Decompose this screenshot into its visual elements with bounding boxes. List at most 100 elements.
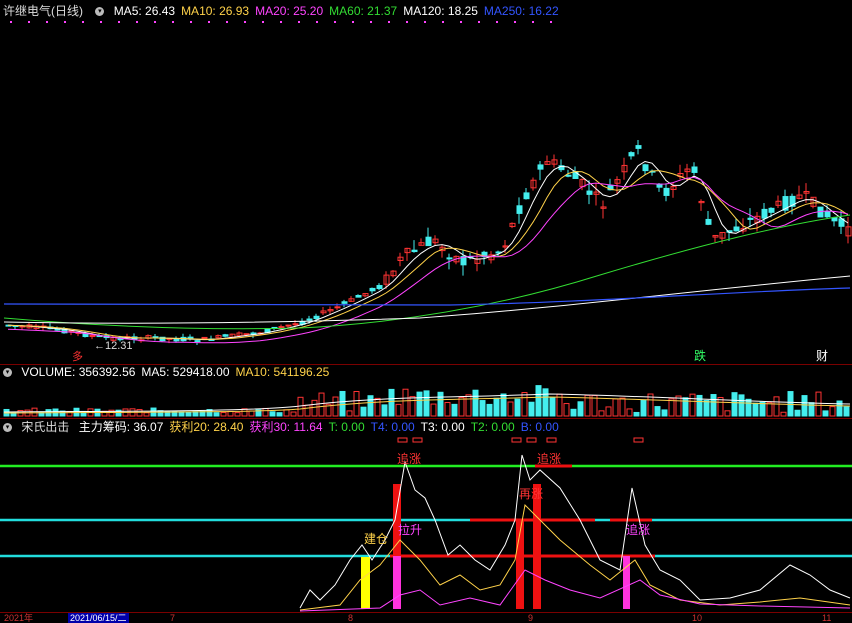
volume-bar [318, 392, 325, 417]
candle-down [523, 192, 530, 200]
volume-bar [752, 402, 759, 417]
signal-tag-chase-1: 追涨 [397, 452, 422, 466]
dot-marker [442, 21, 444, 23]
ma120-line [3, 275, 851, 324]
candle-down [733, 226, 740, 232]
volume-bar [787, 391, 794, 417]
volume-bar [724, 410, 731, 417]
low-price-label: ←12.31 [94, 340, 133, 352]
signal-tag-chase-3: 追涨 [626, 523, 651, 537]
dot-marker [154, 21, 156, 23]
volume-bar [472, 389, 479, 417]
dot-marker [244, 21, 246, 23]
volume-bar [346, 410, 353, 417]
dot-marker [190, 21, 192, 23]
volume-bar [675, 395, 682, 417]
volume-bar [234, 412, 241, 417]
volume-bar [416, 391, 423, 417]
ma10-line [7, 170, 849, 340]
signal-mini-tag [633, 437, 644, 443]
dot-marker [46, 21, 48, 23]
signal-mini-tag [526, 437, 537, 443]
volume-bar [227, 410, 234, 417]
dot-marker [226, 21, 228, 23]
signal-tag-build: 建仓 [364, 532, 389, 546]
signal-bar-chase-3 [623, 556, 630, 609]
candle-down [768, 207, 775, 213]
signal-tag-chase-2: 追涨 [537, 452, 562, 466]
volume-bar [528, 401, 535, 417]
volume-bar [143, 412, 150, 417]
candle-down [537, 164, 544, 170]
volume-bar [451, 403, 458, 417]
volume-bar [465, 394, 472, 417]
dot-marker [10, 21, 12, 23]
volume-bar [801, 395, 808, 417]
volume-bar [332, 396, 339, 417]
volume-bar [780, 411, 787, 417]
chart-canvas[interactable] [0, 0, 852, 612]
candle-up [201, 336, 208, 339]
signal-bar-chase-2 [533, 484, 541, 609]
dot-marker [532, 21, 534, 23]
dot-marker [460, 21, 462, 23]
candle-down [642, 164, 649, 172]
candle-up [292, 323, 299, 326]
volume-bar [479, 400, 486, 417]
dot-marker [280, 21, 282, 23]
volume-bar [514, 398, 521, 417]
volume-bar [507, 401, 514, 417]
volume-bar [339, 390, 346, 417]
volume-bar [570, 408, 577, 417]
volume-bar [185, 411, 192, 417]
signal-mini-tag [546, 437, 557, 443]
signal-bar-build [361, 557, 370, 609]
dot-marker [316, 21, 318, 23]
candle-up [334, 306, 341, 309]
volume-bar [542, 388, 549, 417]
candle-down [516, 205, 523, 214]
candle-down [222, 334, 229, 337]
volume-bar [794, 409, 801, 417]
candle-down [355, 295, 362, 298]
dot-marker [262, 21, 264, 23]
signal-mini-tag [511, 437, 522, 443]
volume-bar [360, 406, 367, 417]
volume-bar [626, 408, 633, 417]
volume-bar [395, 403, 402, 417]
volume-bar [654, 406, 661, 417]
volume-bar [486, 403, 493, 417]
candle-down [565, 174, 572, 177]
candle-down [446, 257, 453, 260]
volume-bar [283, 409, 290, 417]
volume-bar [703, 400, 710, 417]
candle-down [313, 315, 320, 319]
volume-bar [423, 390, 430, 417]
dot-marker [100, 21, 102, 23]
candle-down [663, 187, 670, 196]
ma250-line [3, 287, 851, 306]
candle-down [831, 217, 838, 222]
marker-cai: 财 [816, 349, 829, 363]
candle-down [411, 249, 418, 253]
volume-bar [304, 404, 311, 417]
volume-bar [458, 397, 465, 417]
volume-bar [521, 392, 528, 417]
volume-bar [213, 412, 220, 417]
candle-down [761, 208, 768, 219]
volume-bar [500, 393, 507, 417]
candle-down [341, 301, 348, 304]
candle-down [656, 183, 663, 188]
volume-bar [563, 403, 570, 417]
volume-bar [290, 411, 297, 417]
volume-bar [374, 397, 381, 417]
candle-down [187, 336, 194, 339]
signal-mini-tag [397, 437, 408, 443]
volume-bar [668, 398, 675, 417]
volume-bar [367, 395, 374, 417]
volume-bar [409, 396, 416, 417]
candle-down [628, 152, 635, 157]
volume-bar [773, 396, 780, 417]
dot-marker [550, 21, 552, 23]
marker-die: 跌 [694, 349, 707, 363]
